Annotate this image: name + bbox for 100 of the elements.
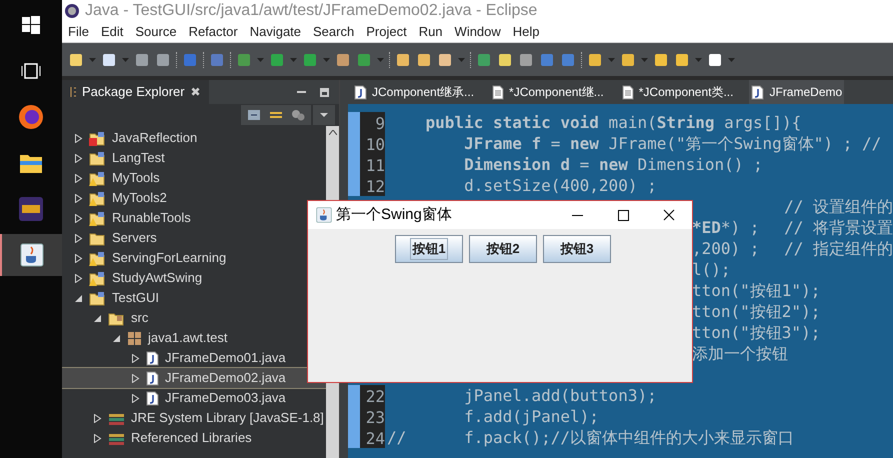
tree-item-label: Servers [112, 229, 157, 248]
collapsed-arrow-icon[interactable] [74, 174, 83, 182]
file-explorer-icon[interactable] [19, 152, 43, 174]
close-tab-icon[interactable]: ✖ [190, 83, 201, 101]
editor-tab[interactable]: JFrameDemo [749, 80, 844, 104]
java-file-icon [354, 84, 367, 100]
expanded-arrow-icon[interactable] [74, 294, 83, 302]
tree-item[interactable]: LangTest [62, 148, 326, 168]
collapsed-arrow-icon[interactable] [74, 274, 83, 282]
code-line: f.add(jPanel); [463, 406, 599, 428]
tree-item[interactable]: JRE System Library [JavaSE-1.8] [62, 408, 326, 428]
tree-item[interactable]: Referenced Libraries [62, 428, 326, 448]
line-number: 24 [360, 427, 385, 448]
collapse-all-icon[interactable] [247, 109, 261, 121]
maximize-view-icon[interactable] [320, 88, 329, 96]
menu-item[interactable]: Run [418, 22, 443, 42]
editor-tab[interactable]: *JComponent类... [620, 80, 736, 104]
tree-item[interactable]: TestGUI [62, 288, 326, 308]
collapsed-arrow-icon[interactable] [74, 214, 83, 222]
package-icon [127, 330, 142, 346]
editor-tab-label: JFrameDemo [769, 84, 842, 101]
java-file-icon [146, 370, 159, 386]
tree-item-label: ServingForLearning [112, 249, 226, 268]
expanded-arrow-icon[interactable] [112, 334, 121, 342]
task-view-icon[interactable] [20, 63, 42, 79]
tree-item-label: RunableTools [112, 209, 191, 228]
project-folder-icon [89, 190, 106, 206]
project-folder-icon [89, 210, 106, 226]
view-tab[interactable]: Package Explorer ✖ [62, 80, 209, 104]
tree-item-label: StudyAwtSwing [112, 269, 202, 288]
editor-tab[interactable]: *JComponent继... [490, 80, 606, 104]
tree-item-label: JFrameDemo02.java [165, 369, 286, 388]
tree-item[interactable]: JavaReflection [62, 128, 326, 148]
maximize-icon[interactable] [618, 210, 629, 220]
tree-item[interactable]: java1.awt.test [62, 328, 326, 348]
tree-item-label: LangTest [112, 149, 165, 168]
menu-item[interactable]: File [68, 22, 89, 42]
tree-item[interactable]: JFrameDemo01.java [62, 348, 326, 368]
collapsed-arrow-icon[interactable] [93, 434, 102, 442]
code-line: Dimension d = new Dimension() ; [463, 154, 763, 176]
tree-item[interactable]: MyTools2 [62, 188, 326, 208]
menu-item[interactable]: Refactor [188, 22, 238, 42]
line-number: 22 [360, 385, 385, 406]
menu-item[interactable]: Navigate [250, 22, 302, 42]
code-line: d.setSize(400,200) ; [463, 174, 657, 196]
tree-item-label: java1.awt.test [148, 329, 228, 348]
tree-item[interactable]: RunableTools [62, 208, 326, 228]
editor-tab-label: *JComponent继... [509, 84, 604, 101]
expanded-arrow-icon[interactable] [93, 314, 102, 322]
code-fragment: // 指定组件的 [784, 238, 893, 260]
swing-button[interactable]: 按钮3 [543, 235, 611, 263]
menu-item[interactable]: Source [135, 22, 177, 42]
line-number: 23 [360, 406, 385, 427]
tree-item[interactable]: JFrameDemo02.java [62, 368, 326, 388]
view-menu-button[interactable] [313, 105, 335, 125]
link-arrows-icon[interactable] [269, 109, 283, 121]
code-fragment: tton("按钮1"); [692, 280, 820, 302]
tree-item[interactable]: StudyAwtSwing [62, 268, 326, 288]
collapsed-arrow-icon[interactable] [74, 154, 83, 162]
java-cup-icon[interactable] [20, 243, 44, 267]
close-icon[interactable] [663, 209, 675, 221]
firefox-icon[interactable] [18, 104, 44, 130]
editor-tab[interactable]: JComponent继承... [352, 80, 476, 104]
view-tab-title: Package Explorer [82, 83, 185, 102]
code-fragment: *ED*) ; [692, 216, 760, 238]
collapsed-arrow-icon[interactable] [74, 134, 83, 142]
collapsed-arrow-icon[interactable] [93, 414, 102, 422]
menu-item[interactable]: Edit [100, 22, 124, 42]
collapsed-arrow-icon[interactable] [74, 194, 83, 202]
scroll-up-icon[interactable] [328, 130, 336, 135]
tree-item[interactable]: ServingForLearning [62, 248, 326, 268]
swing-button[interactable]: 按钮2 [469, 235, 537, 263]
tree-item[interactable]: MyTools [62, 168, 326, 188]
collapsed-arrow-icon[interactable] [74, 234, 83, 242]
menu-item[interactable]: Window [454, 22, 501, 42]
minimize-icon[interactable] [572, 214, 583, 216]
menu-item[interactable]: Project [366, 22, 407, 42]
menu-item[interactable]: Help [512, 22, 540, 42]
tree-item[interactable]: JFrameDemo03.java [62, 388, 326, 408]
collapsed-arrow-icon[interactable] [131, 354, 140, 362]
swing-button[interactable]: 按钮1 [395, 235, 463, 263]
code-line: jPanel.add(button3); [463, 384, 657, 406]
tree-item-label: JavaReflection [112, 129, 198, 148]
package-explorer-icon [70, 86, 76, 98]
editor-tab-label: JComponent继承... [372, 84, 474, 101]
windows-logo-icon[interactable] [22, 16, 40, 34]
tree-item[interactable]: Servers [62, 228, 326, 248]
game-logo-icon[interactable] [18, 196, 44, 222]
collapsed-arrow-icon[interactable] [131, 374, 140, 382]
project-folder-icon [89, 150, 106, 166]
tree-item[interactable]: src [62, 308, 326, 328]
java-file-icon [146, 390, 159, 406]
java-cup-icon [316, 207, 332, 223]
collapsed-arrow-icon[interactable] [131, 394, 140, 402]
line-number: 11 [360, 154, 385, 175]
caret-icon [320, 113, 328, 117]
menu-item[interactable]: Search [313, 22, 354, 42]
code-line: // f.pack();//以窗体中组件的大小来显示窗口 [386, 426, 794, 448]
collapsed-arrow-icon[interactable] [74, 254, 83, 262]
line-number: 12 [360, 175, 385, 196]
